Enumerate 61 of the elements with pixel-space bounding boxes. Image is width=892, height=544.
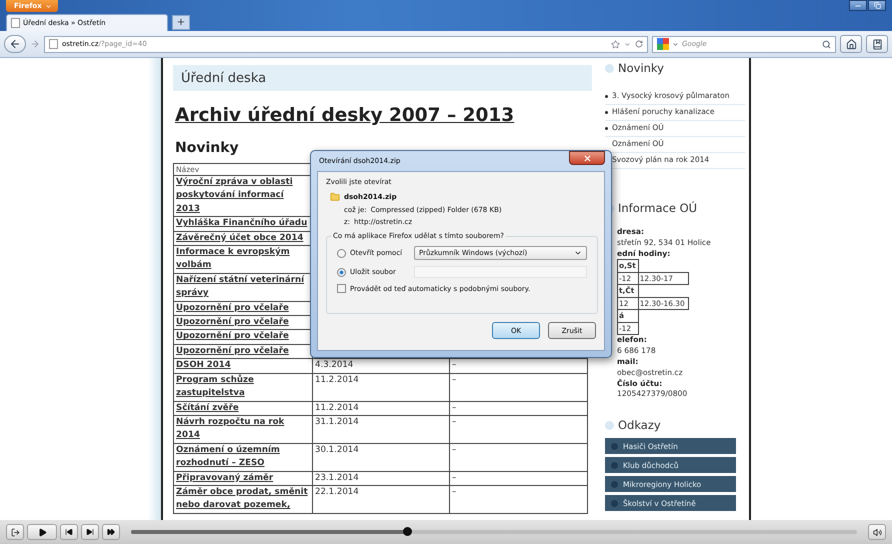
checkbox[interactable] [337,284,346,293]
search-engine-icon [657,38,669,50]
bookmark-icon [872,38,882,50]
exit-button[interactable] [6,524,24,540]
date-text: 22.1.2014 [315,486,359,497]
dash-text: – [452,402,456,412]
page-icon [49,39,58,49]
back-button[interactable] [4,35,26,53]
progress-handle[interactable] [402,527,412,536]
restore-button[interactable] [868,0,886,11]
date-text: 4.3.2014 [315,360,354,370]
next-button[interactable] [81,524,99,540]
dash-text: – [452,486,456,497]
skip-back-icon [65,528,73,536]
dash-text: – [452,374,456,385]
home-icon [846,38,856,50]
radio-button[interactable] [337,248,346,258]
star-icon [611,40,620,48]
play-icon [38,528,46,536]
restore-icon [874,2,880,9]
dash-text: – [452,472,456,483]
sidebar-heading: Novinky [618,61,664,75]
caret-icon [672,40,679,48]
play-button[interactable] [27,524,57,540]
back-arrow-icon [9,38,21,50]
dash-text: – [452,416,456,427]
dash-text: – [452,360,456,370]
fast-forward-button[interactable] [102,524,120,540]
page-heading: Archiv úřední desky 2007 – 2013 [175,105,516,126]
date-text: 31.1.2014 [315,416,359,427]
bookmarks-button[interactable] [866,35,888,53]
dropdown-caret-icon [574,249,582,257]
section-title: Úřední deska [173,65,592,91]
previous-button[interactable] [60,524,78,540]
volume-icon [872,528,882,536]
sidebar-heading: Informace OÚ [618,201,698,215]
skip-forward-icon [86,528,94,536]
page-icon [11,18,20,28]
forward-icon [30,39,40,49]
date-text: 30.1.2014 [315,444,359,455]
folder-icon [330,192,340,202]
progress-track[interactable] [131,530,857,534]
reload-icon [635,40,643,48]
radio-button[interactable] [337,268,346,276]
minimize-button[interactable] [849,0,867,11]
exit-icon [10,528,20,536]
new-tab-button[interactable]: + [172,15,190,30]
sidebar-heading: Odkazy [618,418,661,432]
search-icon [822,40,831,48]
fast-forward-icon [107,528,115,536]
date-text: 11.2.2014 [315,374,359,385]
date-text: 11.2.2014 [315,402,359,412]
volume-button[interactable] [868,524,886,540]
dash-text: – [452,444,456,455]
caret-icon [624,40,631,48]
home-button[interactable] [840,35,862,53]
table-heading: Novinky [175,140,240,156]
close-button[interactable] [569,151,605,165]
caret-icon [44,2,52,10]
close-icon [582,154,592,162]
date-text: 23.1.2014 [315,472,359,483]
